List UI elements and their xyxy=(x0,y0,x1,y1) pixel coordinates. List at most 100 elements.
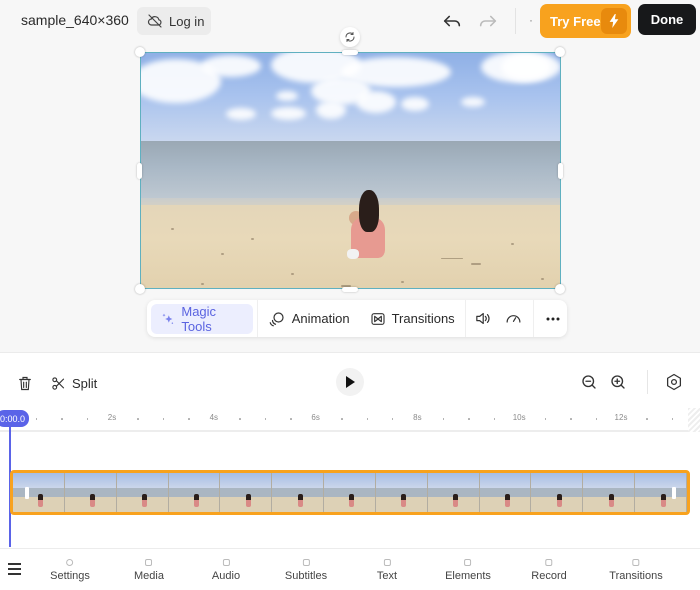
nav-item-text[interactable]: Text xyxy=(377,559,397,582)
settings-icon xyxy=(66,559,74,566)
resize-handle-bottom-right[interactable] xyxy=(555,284,565,294)
resize-handle-right[interactable] xyxy=(558,163,563,179)
nav-item-record[interactable]: Record xyxy=(531,559,567,582)
nav-item-label: Record xyxy=(531,570,567,582)
ruler-tick xyxy=(366,418,368,420)
project-filename[interactable]: sample_640×360 xyxy=(21,12,129,28)
transitions-button[interactable]: Transitions xyxy=(360,304,465,334)
login-button[interactable]: Log in xyxy=(137,7,211,35)
volume-icon xyxy=(475,312,490,325)
ruler-tick xyxy=(188,418,190,420)
clip-thumbnail xyxy=(635,473,687,512)
timeline-ruler[interactable]: 2s 4s 6s 8s 10s 12s xyxy=(0,408,700,432)
ruler-tick xyxy=(493,418,496,420)
element-toolbar: Magic Tools Animation Transitions xyxy=(147,300,567,337)
ruler-tick xyxy=(671,418,674,420)
sparkle-icon xyxy=(162,313,174,324)
rotate-handle[interactable] xyxy=(340,27,360,47)
ruler-tick-label: 10s xyxy=(512,413,526,422)
volume-button[interactable] xyxy=(469,304,496,334)
ruler-tick xyxy=(61,418,63,420)
zoom-in-button[interactable] xyxy=(609,373,629,393)
ruler-tick xyxy=(391,418,394,420)
zoom-out-button[interactable] xyxy=(580,373,600,393)
nav-item-label: Media xyxy=(134,570,164,582)
clip-trim-handle-right[interactable] xyxy=(672,487,675,499)
timeline-settings-button[interactable] xyxy=(665,373,685,393)
nav-item-subtitles[interactable]: Subtitles xyxy=(285,559,327,582)
ruler-tick xyxy=(468,418,470,420)
resize-handle-top-right[interactable] xyxy=(555,47,565,57)
ruler-tick xyxy=(442,418,445,420)
nav-item-elements[interactable]: Elements xyxy=(445,559,491,582)
resize-handle-bottom[interactable] xyxy=(342,287,358,292)
play-icon xyxy=(346,376,355,388)
play-button[interactable] xyxy=(336,368,364,396)
try-free-button[interactable]: Try Free xyxy=(540,4,631,38)
ruler-tick-label: 8s xyxy=(413,413,422,422)
video-clip-track[interactable] xyxy=(10,470,690,515)
record-icon xyxy=(545,559,553,566)
ruler-tick xyxy=(290,418,292,420)
clip-thumbnail xyxy=(324,473,376,512)
ruler-tick xyxy=(239,418,241,420)
resize-handle-top-left[interactable] xyxy=(135,47,145,57)
playhead-time-badge[interactable]: 0:00.0 xyxy=(0,410,30,427)
try-free-label: Try Free xyxy=(550,13,601,29)
clip-thumbnail xyxy=(375,473,428,512)
clip-trim-handle-left[interactable] xyxy=(25,487,28,499)
menu-button[interactable] xyxy=(8,563,22,575)
nav-item-label: Settings xyxy=(50,570,90,582)
done-button[interactable]: Done xyxy=(638,4,696,35)
nav-item-audio[interactable]: Audio xyxy=(212,559,240,582)
delete-button[interactable] xyxy=(15,373,35,393)
nav-item-transitions[interactable]: Transitions xyxy=(609,559,663,582)
bottom-navigation: Settings Media Audio Subtitles Text Elements R… xyxy=(0,548,700,590)
nav-item-label: Text xyxy=(376,570,398,582)
speed-button[interactable] xyxy=(500,304,527,334)
animation-label: Animation xyxy=(291,311,350,326)
ruler-tick xyxy=(544,418,547,420)
nav-item-label: Audio xyxy=(211,570,241,582)
toolbar-divider xyxy=(532,300,534,337)
clip-thumbnail xyxy=(427,473,480,512)
speedometer-icon xyxy=(506,315,521,323)
more-options-button[interactable] xyxy=(540,304,567,334)
transitions-icon xyxy=(371,312,385,325)
clip-thumbnail xyxy=(220,473,273,512)
magic-tools-button[interactable]: Magic Tools xyxy=(151,303,253,334)
media-icon xyxy=(145,559,153,566)
clip-thumbnail xyxy=(168,473,221,512)
hamburger-icon xyxy=(8,563,21,565)
timeline-panel: Split 2s 4s 6s 8s 10s 12s 0:00.0 xyxy=(0,352,700,548)
video-preview[interactable] xyxy=(140,52,561,289)
redo-icon xyxy=(479,15,497,27)
ruler-tick-label: 12s xyxy=(614,413,628,422)
timeline-toolbar-divider xyxy=(647,370,648,394)
cloud-off-icon xyxy=(147,14,162,28)
transitions-icon xyxy=(632,559,640,566)
elements-icon xyxy=(464,559,472,566)
nav-item-label: Elements xyxy=(445,570,491,582)
clip-thumbnail xyxy=(13,473,65,512)
ruler-tick xyxy=(570,418,572,420)
transitions-label: Transitions xyxy=(391,311,455,326)
clip-thumbnail xyxy=(531,473,584,512)
clip-thumbnail xyxy=(116,473,169,512)
undo-button[interactable] xyxy=(441,10,463,32)
redo-button[interactable] xyxy=(477,10,499,32)
nav-item-settings[interactable]: Settings xyxy=(50,559,90,582)
login-label: Log in xyxy=(169,13,205,29)
ruler-tick xyxy=(595,418,598,420)
text-icon xyxy=(383,559,391,566)
animation-button[interactable]: Animation xyxy=(258,304,360,334)
ruler-tick xyxy=(137,418,139,420)
scissors-icon xyxy=(52,376,65,390)
resize-handle-left[interactable] xyxy=(137,163,142,179)
split-button[interactable]: Split xyxy=(51,373,97,393)
resize-handle-top[interactable] xyxy=(342,50,358,55)
nav-item-label: Transitions xyxy=(609,570,663,582)
resize-handle-bottom-left[interactable] xyxy=(135,284,145,294)
clip-thumbnail xyxy=(64,473,117,512)
nav-item-media[interactable]: Media xyxy=(134,559,164,582)
